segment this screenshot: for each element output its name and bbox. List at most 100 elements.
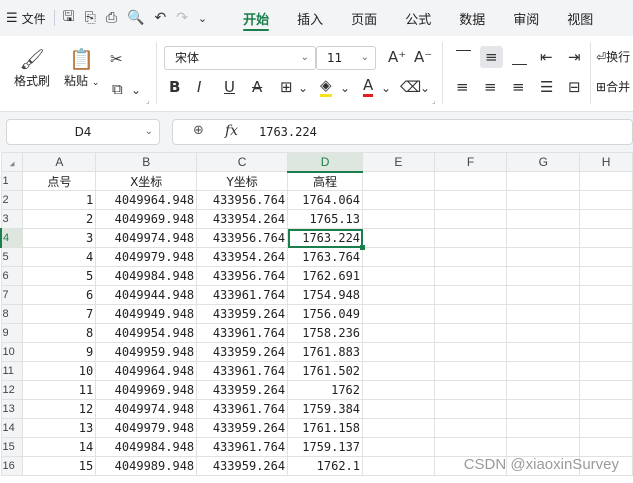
cell[interactable]: 433959.264 <box>196 380 289 400</box>
cell[interactable] <box>433 247 508 267</box>
cell[interactable] <box>506 228 581 248</box>
cell[interactable] <box>433 342 508 362</box>
cell[interactable] <box>579 171 633 191</box>
tab-home[interactable]: 开始 <box>229 0 283 36</box>
cell[interactable] <box>579 323 633 343</box>
cell[interactable]: 4049974.948 <box>95 399 198 419</box>
undo-icon[interactable]: ↶ <box>154 10 166 26</box>
cell[interactable] <box>362 247 435 267</box>
wrap-text-button[interactable]: ⏎换行 <box>596 48 630 65</box>
cell[interactable]: 433961.764 <box>196 323 289 343</box>
cell[interactable]: 433956.764 <box>196 228 289 248</box>
distributed-icon[interactable]: ⊟ <box>568 78 581 96</box>
cell[interactable]: 1764.064 <box>287 190 364 210</box>
cell[interactable] <box>362 323 435 343</box>
fill-color-icon[interactable]: ◈ <box>320 76 332 97</box>
cell[interactable]: 4049964.948 <box>95 361 198 381</box>
cell[interactable]: 4049984.948 <box>95 266 198 286</box>
cell[interactable] <box>362 266 435 286</box>
cell[interactable] <box>362 285 435 305</box>
row-header[interactable]: 3 <box>0 209 24 229</box>
cell[interactable] <box>362 342 435 362</box>
row-header[interactable]: 12 <box>0 380 24 400</box>
cell[interactable] <box>579 190 633 210</box>
cell[interactable]: 1 <box>22 190 97 210</box>
cell[interactable]: 433959.264 <box>196 456 289 476</box>
tab-page[interactable]: 页面 <box>337 0 391 36</box>
tab-review[interactable]: 审阅 <box>499 0 553 36</box>
row-header[interactable]: 15 <box>0 437 24 457</box>
eraser-icon[interactable]: ⌫ <box>400 78 421 96</box>
share-icon[interactable]: ⎘ <box>85 10 96 26</box>
underline-icon[interactable]: U <box>224 78 235 96</box>
chevron-down-icon[interactable]: ⌄ <box>198 12 207 25</box>
chevron-down-icon[interactable]: ⌄ <box>131 83 141 97</box>
font-name-select[interactable]: 宋体 ⌄ <box>164 46 316 70</box>
cell[interactable]: 433954.264 <box>196 209 289 229</box>
chevron-down-icon[interactable]: ⌄ <box>381 81 391 95</box>
cell[interactable]: 1754.948 <box>287 285 364 305</box>
name-box[interactable]: D4 ⌄ <box>6 119 160 145</box>
indent-icon[interactable]: ⇥ <box>568 48 581 66</box>
cell[interactable] <box>579 380 633 400</box>
cell[interactable]: 15 <box>22 456 97 476</box>
paste-button[interactable]: 📋 粘贴 ⌄ <box>64 46 99 89</box>
column-header-b[interactable]: B <box>95 152 198 172</box>
row-header[interactable]: 14 <box>0 418 24 438</box>
cell[interactable]: 4049979.948 <box>95 418 198 438</box>
increase-font-icon[interactable]: A⁺ <box>388 48 406 66</box>
cell[interactable] <box>506 323 581 343</box>
cell[interactable] <box>506 342 581 362</box>
cell[interactable] <box>433 285 508 305</box>
cell[interactable]: X坐标 <box>95 171 198 191</box>
cell[interactable]: 1759.384 <box>287 399 364 419</box>
cell[interactable] <box>579 228 633 248</box>
column-header-a[interactable]: A <box>22 152 97 172</box>
merge-cells-button[interactable]: ⊞合并 <box>596 78 630 95</box>
row-header[interactable]: 13 <box>0 399 24 419</box>
tab-data[interactable]: 数据 <box>445 0 499 36</box>
italic-icon[interactable]: I <box>197 78 201 96</box>
cell[interactable] <box>579 209 633 229</box>
row-header[interactable]: 16 <box>0 456 24 476</box>
cell[interactable] <box>362 190 435 210</box>
cell[interactable]: 5 <box>22 266 97 286</box>
row-header[interactable]: 4 <box>0 228 24 248</box>
cell[interactable]: 1761.502 <box>287 361 364 381</box>
cell[interactable] <box>433 228 508 248</box>
align-top-icon[interactable]: ⎺ <box>456 48 471 66</box>
chevron-down-icon[interactable]: ⌄ <box>298 81 308 95</box>
row-header[interactable]: 5 <box>0 247 24 267</box>
cell[interactable] <box>362 418 435 438</box>
print-icon[interactable]: ⎙ <box>106 10 117 26</box>
cell[interactable] <box>362 304 435 324</box>
cell[interactable] <box>506 361 581 381</box>
cell[interactable]: 13 <box>22 418 97 438</box>
align-left-icon[interactable]: ≡ <box>456 78 469 96</box>
cell[interactable]: 4049944.948 <box>95 285 198 305</box>
cell[interactable]: 3 <box>22 228 97 248</box>
bold-icon[interactable]: B <box>169 78 180 96</box>
cell[interactable] <box>433 399 508 419</box>
cell[interactable]: 1756.049 <box>287 304 364 324</box>
cell[interactable]: 10 <box>22 361 97 381</box>
save-icon[interactable]: 🖫 <box>63 6 75 30</box>
tab-view[interactable]: 视图 <box>553 0 607 36</box>
fx-icon[interactable]: fx <box>225 123 238 139</box>
column-header-e[interactable]: E <box>362 152 435 172</box>
align-right-icon[interactable]: ≡ <box>512 78 525 96</box>
cell[interactable]: 8 <box>22 323 97 343</box>
cell[interactable] <box>362 361 435 381</box>
cell[interactable]: 12 <box>22 399 97 419</box>
cell[interactable]: 4049954.948 <box>95 323 198 343</box>
cell[interactable] <box>433 266 508 286</box>
cell[interactable] <box>506 171 581 191</box>
cell[interactable]: 9 <box>22 342 97 362</box>
dialog-launcher-icon[interactable]: ⌟ <box>146 96 150 105</box>
cell[interactable]: 高程 <box>287 171 364 191</box>
cell[interactable] <box>506 437 581 457</box>
cell[interactable]: 1762 <box>287 380 364 400</box>
cell[interactable]: 4049959.948 <box>95 342 198 362</box>
cell[interactable] <box>362 399 435 419</box>
row-header[interactable]: 10 <box>0 342 24 362</box>
